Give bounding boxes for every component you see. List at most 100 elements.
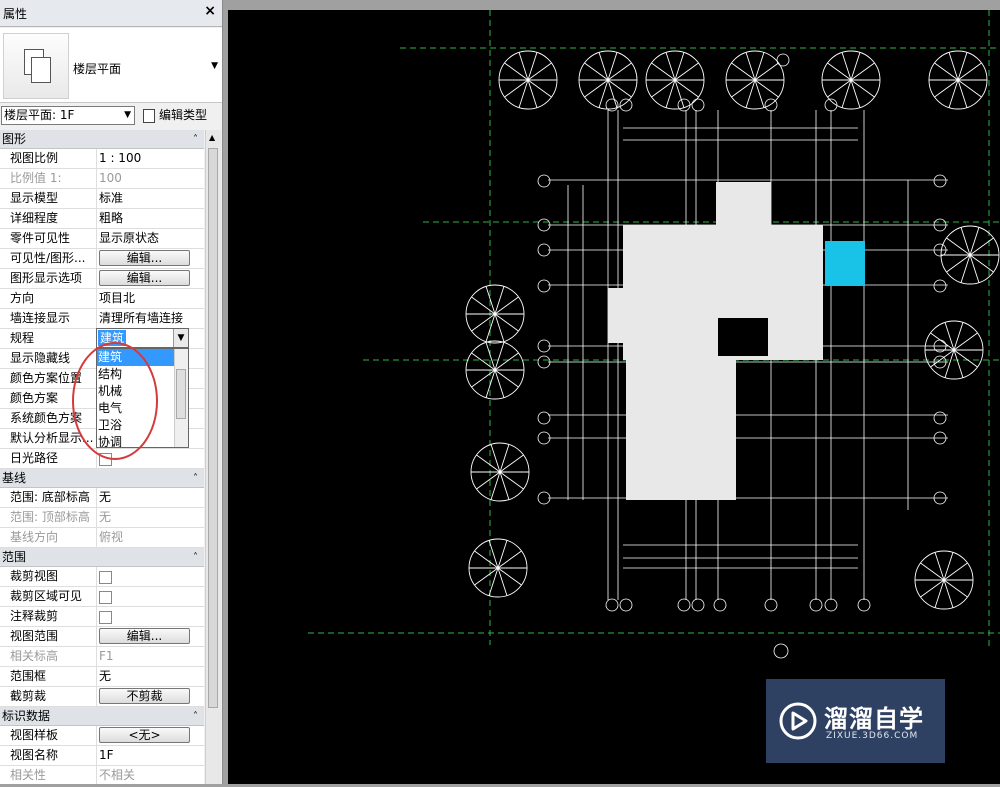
property-value-cell	[96, 587, 202, 606]
property-edit-button[interactable]: 编辑...	[99, 628, 190, 644]
scroll-thumb[interactable]	[208, 148, 218, 708]
panel-scrollbar[interactable]: ▲	[205, 130, 221, 784]
group-header[interactable]: 图形 ˄	[0, 130, 204, 149]
chevron-down-icon[interactable]: ▼	[173, 329, 188, 347]
property-value[interactable]: 显示原状态	[99, 231, 159, 245]
property-row[interactable]: 基线方向 俯视	[0, 528, 204, 548]
property-row[interactable]: 裁剪区域可见	[0, 587, 204, 607]
property-row[interactable]: 图形显示选项 编辑...	[0, 269, 204, 289]
play-logo-icon	[779, 702, 817, 740]
property-label: 零件可见性	[10, 231, 71, 245]
property-value-cell: 100	[96, 169, 202, 188]
property-row[interactable]: 视图样板 <无>	[0, 726, 204, 746]
property-label: 墙连接显示	[10, 311, 71, 325]
property-row[interactable]: 显示模型 标准	[0, 189, 204, 209]
property-value[interactable]: 粗略	[99, 211, 123, 225]
property-label: 日光路径	[10, 451, 59, 465]
property-value-cell: 无	[96, 508, 202, 527]
property-value-cell: 不剪裁	[96, 687, 202, 706]
property-label: 方向	[10, 291, 35, 305]
property-value[interactable]: 1F	[99, 748, 114, 762]
property-row[interactable]: 视图范围 编辑...	[0, 627, 204, 647]
property-value-cell	[96, 607, 202, 626]
property-row[interactable]: 可见性/图形... 编辑...	[0, 249, 204, 269]
property-row[interactable]: 裁剪视图	[0, 567, 204, 587]
property-value: 100	[99, 171, 122, 185]
close-icon[interactable]: ×	[204, 3, 216, 19]
property-row[interactable]: 墙连接显示 清理所有墙连接	[0, 309, 204, 329]
edit-type-button[interactable]: 编辑类型	[143, 106, 207, 125]
property-edit-button[interactable]: <无>	[99, 727, 190, 743]
collapse-icon[interactable]: ˄	[193, 707, 198, 726]
property-value: 无	[99, 510, 112, 524]
property-row[interactable]: 范围: 底部标高无	[0, 488, 204, 508]
property-row[interactable]: 范围框 无	[0, 667, 204, 687]
panel-titlebar: 属性 ×	[0, 0, 222, 27]
property-value-cell: 无	[96, 667, 202, 686]
collapse-icon[interactable]: ˄	[193, 469, 198, 488]
property-value-cell	[96, 567, 202, 586]
type-selector[interactable]: 楼层平面 ▼	[0, 28, 222, 103]
property-value: F1	[99, 649, 114, 663]
annotation-circle	[72, 342, 158, 460]
group-header[interactable]: 标识数据 ˄	[0, 707, 204, 726]
property-value-cell: 1F	[96, 746, 202, 765]
property-value-cell: 项目北	[96, 289, 202, 308]
property-edit-button[interactable]: 不剪裁	[99, 688, 190, 704]
property-label: 视图样板	[10, 728, 59, 742]
property-row[interactable]: 详细程度 粗略	[0, 209, 204, 229]
property-label: 范围框	[10, 669, 47, 683]
property-edit-button[interactable]: 编辑...	[99, 250, 190, 266]
property-checkbox[interactable]	[99, 571, 112, 584]
watermark-url: ZIXUE.3D66.COM	[826, 731, 919, 741]
property-value-cell: F1	[96, 647, 202, 666]
property-row[interactable]: 视图名称 1F	[0, 746, 204, 766]
dropdown-scroll-thumb[interactable]	[176, 369, 186, 419]
property-row[interactable]: 截剪裁 不剪裁	[0, 687, 204, 707]
property-label: 显示模型	[10, 191, 59, 205]
watermark-name: 溜溜自学	[824, 705, 924, 733]
property-label: 裁剪视图	[10, 569, 59, 583]
property-value[interactable]: 标准	[99, 191, 123, 205]
property-value-cell: 不相关	[96, 766, 202, 784]
group-title: 范围	[2, 550, 27, 564]
property-label: 注释裁剪	[10, 609, 59, 623]
property-value-cell: 俯视	[96, 528, 202, 547]
property-label: 图形显示选项	[10, 271, 83, 285]
property-row[interactable]: 方向 项目北	[0, 289, 204, 309]
property-checkbox[interactable]	[99, 611, 112, 624]
instance-row: 楼层平面: 1F ▼ 编辑类型	[0, 104, 222, 128]
property-label: 相关性	[10, 768, 47, 782]
property-value-cell: 标准	[96, 189, 202, 208]
dropdown-scrollbar[interactable]	[174, 349, 188, 447]
view-instance-select[interactable]: 楼层平面: 1F ▼	[1, 106, 135, 125]
property-value[interactable]: 清理所有墙连接	[99, 311, 183, 325]
property-value[interactable]: 1 : 100	[99, 151, 141, 165]
group-header[interactable]: 范围 ˄	[0, 548, 204, 567]
group-header[interactable]: 基线 ˄	[0, 469, 204, 488]
panel-title: 属性	[3, 7, 28, 21]
property-row[interactable]: 范围: 顶部标高无	[0, 508, 204, 528]
property-row[interactable]: 相关标高 F1	[0, 647, 204, 667]
property-value[interactable]: 无	[99, 669, 111, 683]
property-row[interactable]: 比例值 1: 100	[0, 169, 204, 189]
view-instance-value: 楼层平面: 1F	[4, 108, 75, 122]
floor-plan-canvas[interactable]	[228, 10, 1000, 784]
property-row[interactable]: 相关性 不相关	[0, 766, 204, 784]
floor-plan-drawing	[308, 10, 1000, 659]
property-row[interactable]: 视图比例 1 : 100	[0, 149, 204, 169]
property-value[interactable]: 无	[99, 490, 111, 504]
group-title: 基线	[2, 471, 27, 485]
scroll-up-icon[interactable]: ▲	[209, 133, 215, 142]
property-checkbox[interactable]	[99, 591, 112, 604]
property-value: 俯视	[99, 530, 124, 544]
collapse-icon[interactable]: ˄	[193, 548, 198, 567]
property-value[interactable]: 项目北	[99, 291, 135, 305]
property-row[interactable]: 注释裁剪	[0, 607, 204, 627]
chevron-down-icon: ▼	[124, 110, 131, 120]
property-value-cell: 1 : 100	[96, 149, 202, 168]
property-row[interactable]: 零件可见性 显示原状态	[0, 229, 204, 249]
property-edit-button[interactable]: 编辑...	[99, 270, 190, 286]
chevron-down-icon[interactable]: ▼	[211, 61, 218, 71]
collapse-icon[interactable]: ˄	[193, 130, 198, 149]
